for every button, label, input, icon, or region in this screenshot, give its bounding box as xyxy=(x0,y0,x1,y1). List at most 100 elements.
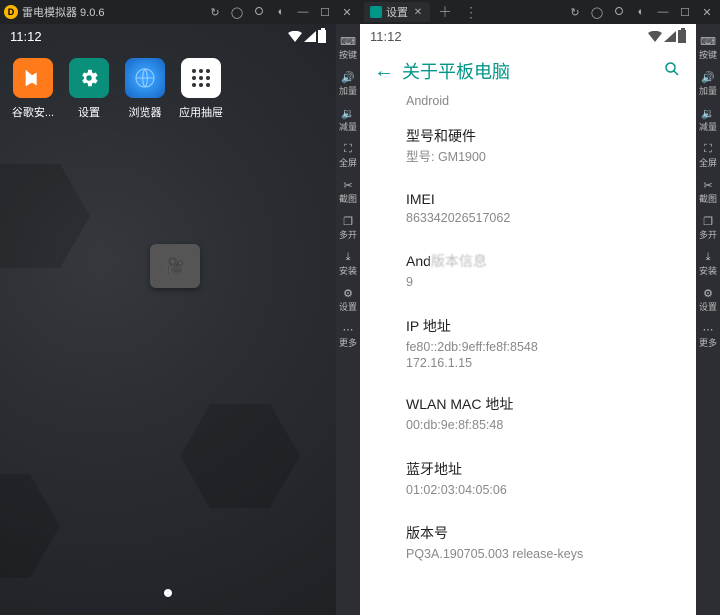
titlebar-right: 设置 ✕ ＋ ⋮ ↻ ◯ ⭘ ◐ — ☐ ✕ xyxy=(360,0,720,24)
tab-title: 设置 xyxy=(386,4,408,20)
titlebar-left: D 雷电模拟器 9.0.6 ↻ ◯ ⭘ ◐ — ☐ ✕ xyxy=(0,0,360,24)
keymap-icon: ⌨ xyxy=(341,34,355,48)
sidebar-setting[interactable]: ⚙ 设置 xyxy=(336,280,360,316)
close-icon[interactable]: ✕ xyxy=(338,3,356,21)
sidebar-vol-up[interactable]: 🔊加量 xyxy=(696,64,720,100)
user-icon[interactable]: ◯ xyxy=(588,3,606,21)
install-icon: ⤓ xyxy=(701,250,715,264)
tab-app-icon xyxy=(370,6,382,18)
row-android-version[interactable]: And版本信息 9 xyxy=(406,241,678,306)
sidebar-multi[interactable]: ❐多开 xyxy=(696,208,720,244)
sidebar-fullscreen[interactable]: ⛶全屏 xyxy=(336,136,360,172)
back-arrow-icon[interactable]: ← xyxy=(370,60,398,83)
multi-icon: ❐ xyxy=(701,214,715,228)
emulator-window-settings: 设置 ✕ ＋ ⋮ ↻ ◯ ⭘ ◐ — ☐ ✕ 11:12 xyxy=(360,0,720,615)
new-tab-button[interactable]: ＋ xyxy=(434,2,456,22)
app-label: 应用抽屉 xyxy=(179,104,223,120)
signal-icon xyxy=(304,31,316,42)
settings-list[interactable]: Android 型号和硬件 型号: GM1900 IMEI 8633420265… xyxy=(360,94,696,615)
home-floating-widget[interactable]: 🎥 xyxy=(150,244,200,288)
home-apps-row: 谷歌安... 设置 浏览器 xyxy=(0,48,336,130)
sidebar-keymap[interactable]: ⌨按键 xyxy=(336,28,360,64)
prev-section-sub: Android xyxy=(406,94,678,116)
multi-icon: ❐ xyxy=(341,214,355,228)
app-drawer-icon xyxy=(181,58,221,98)
install-icon: ⤓ xyxy=(341,250,355,264)
user-icon[interactable]: ◯ xyxy=(228,3,246,21)
eye-icon[interactable]: ◐ xyxy=(272,3,290,21)
sidebar-install[interactable]: ⤓ 安装 xyxy=(336,244,360,280)
page-title: 关于平板电脑 xyxy=(398,58,658,84)
status-bar: 11:12 xyxy=(360,24,696,48)
battery-icon xyxy=(318,30,326,43)
window-tab[interactable]: 设置 ✕ xyxy=(364,2,430,22)
row-imei[interactable]: IMEI 863342026517062 xyxy=(406,181,678,242)
minimize-icon[interactable]: — xyxy=(654,3,672,21)
app-logo-icon: D xyxy=(4,5,18,19)
sidebar-label: 安装 xyxy=(339,267,357,276)
eye-icon[interactable]: ◐ xyxy=(632,3,650,21)
more-icon: ⋯ xyxy=(701,322,715,336)
sidebar-more[interactable]: ⋯ 更多 xyxy=(336,316,360,352)
wifi-icon xyxy=(648,31,662,42)
sidebar-fullscreen[interactable]: ⛶ 全屏 xyxy=(696,136,720,172)
sidebar-multi[interactable]: ❐多开 xyxy=(336,208,360,244)
sidebar-label: 全屏 xyxy=(699,159,717,168)
app-settings[interactable]: 设置 xyxy=(62,58,116,120)
lock-icon[interactable]: ⭘ xyxy=(250,3,268,21)
app-drawer[interactable]: 应用抽屉 xyxy=(174,58,228,120)
app-bar: ← 关于平板电脑 xyxy=(360,48,696,94)
status-clock: 11:12 xyxy=(370,29,402,44)
sidebar-vol-up[interactable]: 🔊 加量 xyxy=(336,64,360,100)
globe-icon xyxy=(125,58,165,98)
app-label: 谷歌安... xyxy=(12,104,54,120)
sidebar-screenshot[interactable]: ✂ 截图 xyxy=(696,172,720,208)
status-bar: 11:12 xyxy=(0,24,336,48)
sync-icon[interactable]: ↻ xyxy=(566,3,584,21)
sync-icon[interactable]: ↻ xyxy=(206,3,224,21)
sidebar-vol-down[interactable]: 🔉减量 xyxy=(336,100,360,136)
minimize-icon[interactable]: — xyxy=(294,3,312,21)
emulator-sidebar-right: ⌨按键🔊加量🔉减量 ⛶ 全屏 ✂ 截图 ❐多开⤓安装⚙设置⋯更多 xyxy=(696,24,720,615)
sidebar-label: 设置 xyxy=(339,303,357,312)
sidebar-label: 加量 xyxy=(339,87,357,96)
vol-up-icon: 🔊 xyxy=(701,70,715,84)
maximize-icon[interactable]: ☐ xyxy=(676,3,694,21)
emulator-window-home: D 雷电模拟器 9.0.6 ↻ ◯ ⭘ ◐ — ☐ ✕ 11:12 xyxy=(0,0,360,615)
row-bluetooth[interactable]: 蓝牙地址 01:02:03:04:05:06 xyxy=(406,449,678,514)
row-ip[interactable]: IP 地址 fe80::2db:9eff:fe8f:8548 172.16.1.… xyxy=(406,306,678,385)
tab-close-icon[interactable]: ✕ xyxy=(412,6,424,18)
close-icon[interactable]: ✕ xyxy=(698,3,716,21)
more-icon: ⋯ xyxy=(341,322,355,336)
app-google-play[interactable]: 谷歌安... xyxy=(6,58,60,120)
android-home-screen[interactable]: 11:12 谷歌安... xyxy=(0,24,336,615)
sidebar-keymap[interactable]: ⌨按键 xyxy=(696,28,720,64)
sidebar-setting[interactable]: ⚙设置 xyxy=(696,280,720,316)
lock-icon[interactable]: ⭘ xyxy=(610,3,628,21)
vol-up-icon: 🔊 xyxy=(341,70,355,84)
sidebar-label: 更多 xyxy=(339,339,357,348)
status-clock: 11:12 xyxy=(10,29,42,44)
setting-icon: ⚙ xyxy=(701,286,715,300)
tab-menu-icon[interactable]: ⋮ xyxy=(460,4,482,21)
search-icon[interactable] xyxy=(658,60,686,83)
window-title: 雷电模拟器 9.0.6 xyxy=(22,4,105,20)
sidebar-label: 按键 xyxy=(699,51,717,60)
fullscreen-icon: ⛶ xyxy=(701,142,715,156)
row-model[interactable]: 型号和硬件 型号: GM1900 xyxy=(406,116,678,181)
app-browser[interactable]: 浏览器 xyxy=(118,58,172,120)
signal-icon xyxy=(664,31,676,42)
row-build[interactable]: 版本号 PQ3A.190705.003 release-keys xyxy=(406,513,678,578)
sidebar-screenshot[interactable]: ✂截图 xyxy=(336,172,360,208)
sidebar-label: 减量 xyxy=(339,123,357,132)
maximize-icon[interactable]: ☐ xyxy=(316,3,334,21)
android-settings-screen[interactable]: 11:12 ← 关于平板电脑 xyxy=(360,24,696,615)
row-wlan-mac[interactable]: WLAN MAC 地址 00:db:9e:8f:85:48 xyxy=(406,384,678,449)
sidebar-label: 截图 xyxy=(699,195,717,204)
sidebar-more[interactable]: ⋯更多 xyxy=(696,316,720,352)
screenshot-icon: ✂ xyxy=(341,178,355,192)
setting-icon: ⚙ xyxy=(341,286,355,300)
sidebar-vol-down[interactable]: 🔉减量 xyxy=(696,100,720,136)
screenshot-icon: ✂ xyxy=(701,178,715,192)
sidebar-install[interactable]: ⤓安装 xyxy=(696,244,720,280)
